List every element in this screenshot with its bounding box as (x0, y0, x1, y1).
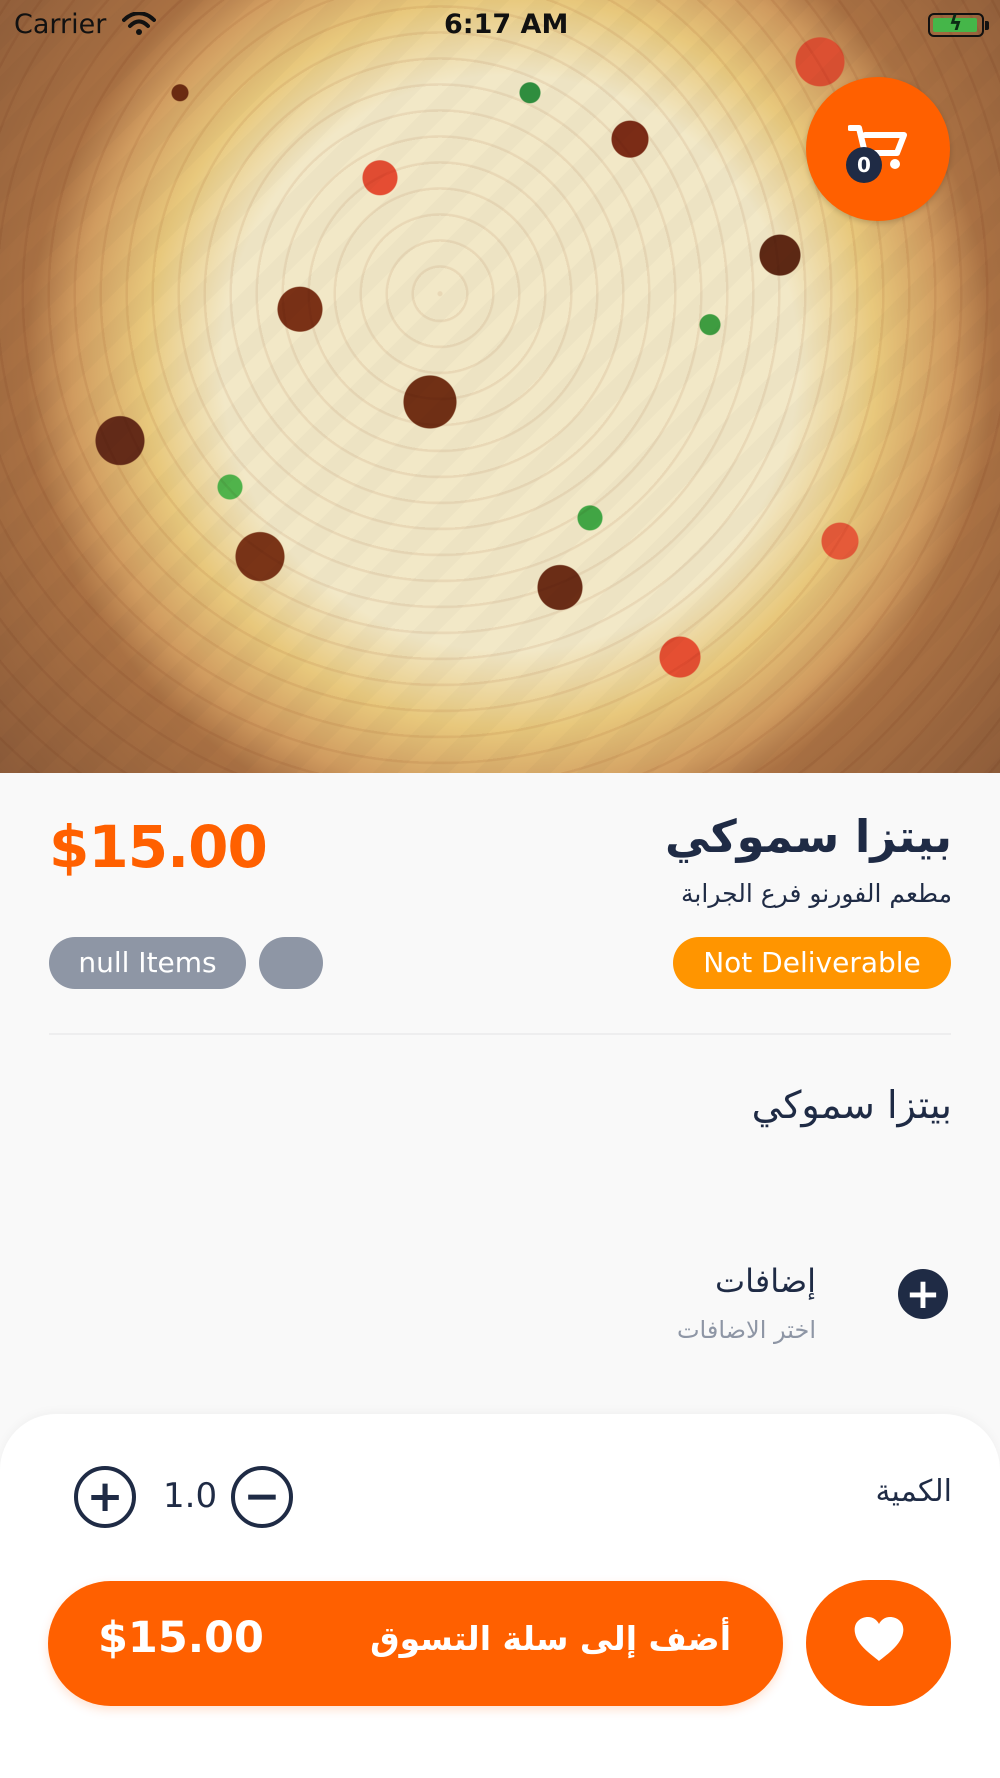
add-extras-button[interactable]: + (898, 1269, 948, 1319)
product-title: بيتزا سموكي (664, 810, 952, 863)
status-time: 6:17 AM (444, 9, 569, 40)
status-bar: Carrier 6:17 AM ϟ (0, 0, 1000, 54)
add-to-cart-button[interactable]: $15.00 أضف إلى سلة التسوق (48, 1581, 783, 1706)
favorite-button[interactable] (806, 1580, 951, 1706)
add-to-cart-label: أضف إلى سلة التسوق (370, 1619, 731, 1658)
restaurant-name: مطعم الفورنو فرع الجرابة (681, 879, 952, 908)
cart-button[interactable]: 0 (806, 77, 950, 221)
quantity-value: 1.0 (163, 1476, 218, 1516)
minus-circle-outline-icon: − (243, 1471, 281, 1522)
wifi-icon (122, 11, 156, 36)
carrier-label: Carrier (14, 9, 107, 40)
items-badge: null Items (49, 937, 246, 989)
cart-count-badge: 0 (846, 147, 882, 183)
product-details-screen: Carrier 6:17 AM ϟ 0 $15.00 بيتزا سموكي م… (0, 0, 1000, 1778)
charging-bolt-icon: ϟ (949, 11, 963, 35)
extras-title: إضافات (715, 1262, 816, 1300)
delivery-status-badge: Not Deliverable (673, 937, 951, 989)
empty-badge (259, 937, 323, 989)
product-price: $15.00 (49, 813, 268, 881)
product-description: بيتزا سموكي (751, 1083, 952, 1127)
battery-charging-icon: ϟ (928, 11, 989, 37)
section-divider (49, 1033, 951, 1035)
add-to-cart-price: $15.00 (98, 1613, 264, 1663)
plus-circle-outline-icon: + (86, 1471, 124, 1522)
plus-circle-icon: + (905, 1269, 941, 1318)
heart-icon (854, 1617, 904, 1661)
extras-subtitle: اختر الاضافات (676, 1316, 816, 1344)
decrease-quantity-button[interactable]: − (231, 1466, 293, 1528)
increase-quantity-button[interactable]: + (74, 1466, 136, 1528)
quantity-label: الكمية (875, 1474, 952, 1509)
